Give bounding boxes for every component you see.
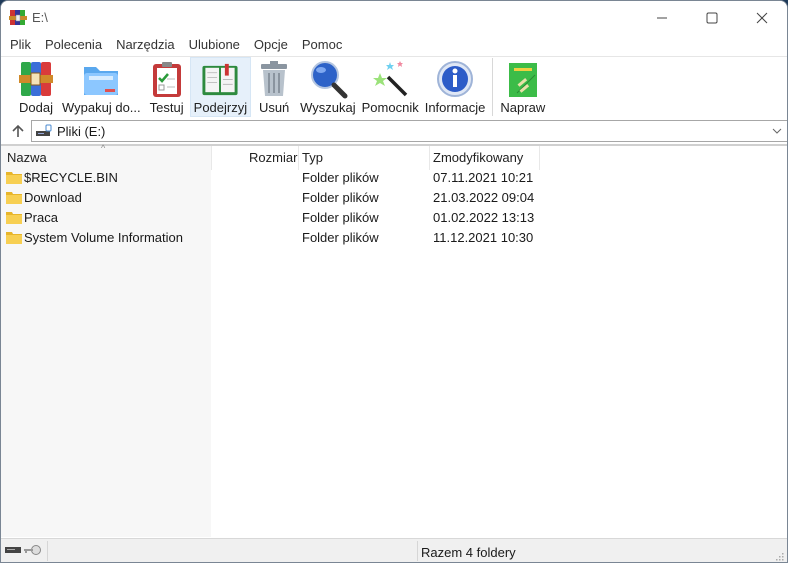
toolbar-separator (492, 58, 494, 116)
add-archive-icon (19, 62, 53, 96)
file-list: ^ Nazwa Rozmiar Typ Zmodyfikowany $RECYC… (1, 143, 787, 537)
list-item[interactable]: System Volume Information Folder plików … (1, 228, 787, 248)
up-arrow-icon (12, 124, 24, 137)
status-bar: Razem 4 foldery (1, 538, 787, 562)
item-name: System Volume Information (24, 230, 183, 245)
column-header-size[interactable]: Rozmiar (249, 150, 297, 165)
minimize-icon (657, 17, 667, 19)
repair-button[interactable]: Napraw (497, 57, 548, 117)
view-button[interactable]: Podejrzyj (189, 57, 252, 117)
close-icon (756, 12, 768, 24)
drive-icon (36, 124, 52, 136)
item-modified: 07.11.2021 10:21 (433, 170, 534, 185)
list-item[interactable]: Download Folder plików 21.03.2022 09:04 (1, 188, 787, 208)
repair-icon (508, 63, 537, 97)
info-button[interactable]: Informacje (422, 57, 489, 117)
toolbar: Dodaj Wypakuj do... Testuj Podejrzyj Usu… (1, 56, 787, 118)
delete-button[interactable]: Usuń (251, 57, 297, 117)
folder-icon (6, 212, 22, 224)
list-item[interactable]: Praca Folder plików 01.02.2022 13:13 (1, 208, 787, 228)
menu-pomoc[interactable]: Pomoc (295, 35, 349, 55)
close-button[interactable] (737, 1, 787, 35)
folder-icon (6, 172, 22, 184)
test-button[interactable]: Testuj (144, 57, 190, 117)
column-header-type[interactable]: Typ (302, 150, 323, 165)
column-header-name[interactable]: Nazwa (7, 150, 47, 165)
wizard-label: Pomocnik (361, 100, 419, 115)
status-icons (5, 544, 41, 556)
maximize-button[interactable] (687, 1, 737, 35)
column-divider[interactable] (211, 146, 212, 170)
column-header-modified[interactable]: Zmodyfikowany (433, 150, 523, 165)
info-icon (437, 61, 474, 97)
view-label: Podejrzyj (193, 100, 248, 115)
test-label: Testuj (149, 100, 184, 115)
resize-grip-icon[interactable] (774, 551, 784, 561)
list-item[interactable]: $RECYCLE.BIN Folder plików 07.11.2021 10… (1, 168, 787, 188)
item-type: Folder plików (302, 230, 379, 245)
item-modified: 11.12.2021 10:30 (433, 230, 534, 245)
menu-narzedzia[interactable]: Narzędzia (109, 35, 182, 55)
minimize-button[interactable] (637, 1, 687, 35)
extract-label: Wypakuj do... (62, 100, 141, 115)
info-label: Informacje (424, 100, 486, 115)
up-button[interactable] (7, 121, 29, 141)
trash-icon (261, 61, 288, 96)
item-modified: 01.02.2022 13:13 (433, 210, 535, 225)
find-button[interactable]: Wyszukaj (297, 57, 359, 117)
extract-folder-icon (84, 67, 119, 95)
delete-label: Usuń (258, 100, 290, 115)
menu-opcje[interactable]: Opcje (247, 35, 295, 55)
status-summary: Razem 4 foldery (421, 545, 516, 560)
folder-icon (6, 192, 22, 204)
item-name: Download (24, 190, 82, 205)
add-button[interactable]: Dodaj (13, 57, 59, 117)
chevron-down-icon[interactable] (771, 125, 783, 137)
menu-ulubione[interactable]: Ulubione (182, 35, 247, 55)
menu-plik[interactable]: Plik (3, 35, 38, 55)
extract-button[interactable]: Wypakuj do... (59, 57, 144, 117)
drive-status-icon[interactable] (5, 545, 21, 555)
winrar-icon (9, 10, 27, 25)
item-name: $RECYCLE.BIN (24, 170, 118, 185)
key-icon[interactable] (23, 544, 41, 556)
view-book-icon (202, 63, 238, 96)
column-divider[interactable] (298, 146, 299, 170)
window-title: E:\ (32, 10, 48, 25)
item-type: Folder plików (302, 170, 379, 185)
test-clipboard-icon (152, 62, 181, 97)
folder-icon (6, 232, 22, 244)
path-text: Pliki (E:) (57, 123, 106, 139)
list-header: ^ Nazwa Rozmiar Typ Zmodyfikowany (1, 143, 787, 170)
column-divider[interactable] (539, 146, 540, 170)
title-bar: E:\ (1, 1, 787, 35)
item-name: Praca (24, 210, 58, 225)
sort-ascending-icon: ^ (101, 143, 106, 153)
status-divider (417, 541, 418, 561)
repair-label: Napraw (500, 100, 546, 115)
add-label: Dodaj (19, 100, 53, 115)
maximize-icon (706, 12, 718, 24)
search-icon (310, 61, 348, 99)
find-label: Wyszukaj (300, 100, 356, 115)
item-type: Folder plików (302, 190, 379, 205)
path-combobox[interactable]: Pliki (E:) (31, 120, 787, 142)
item-modified: 21.03.2022 09:04 (433, 190, 535, 205)
item-type: Folder plików (302, 210, 379, 225)
wizard-button[interactable]: Pomocnik (359, 57, 422, 117)
winrar-window: E:\ Plik Polecenia Narzędzia Ulubione Op… (0, 0, 788, 563)
wizard-wand-icon (373, 61, 408, 97)
address-bar: Pliki (E:) (1, 118, 787, 144)
menu-bar: Plik Polecenia Narzędzia Ulubione Opcje … (1, 35, 787, 55)
status-divider (47, 541, 48, 561)
column-divider[interactable] (429, 146, 430, 170)
menu-polecenia[interactable]: Polecenia (38, 35, 109, 55)
